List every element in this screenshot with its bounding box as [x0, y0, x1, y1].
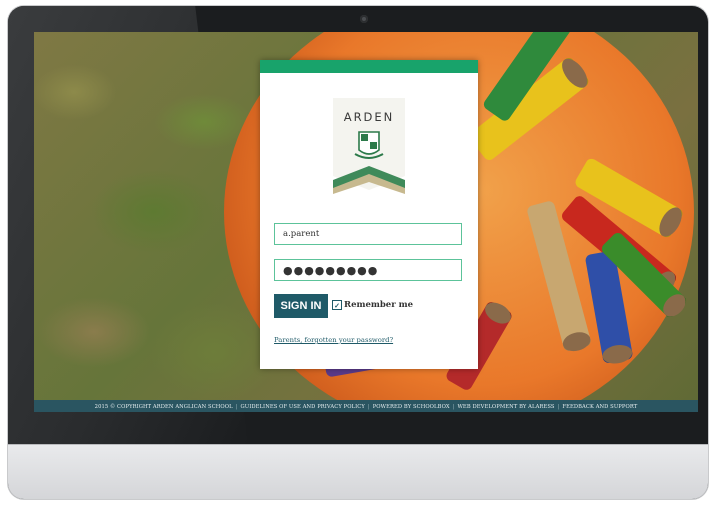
footer-link-alaress[interactable]: WEB DEVELOPMENT BY ALARESS [458, 404, 555, 410]
footer-separator: | [557, 404, 560, 410]
footer-bar: 2015 © COPYRIGHT ARDEN ANGLICAN SCHOOL |… [34, 400, 698, 412]
school-name: ARDEN [343, 110, 395, 124]
password-field[interactable] [274, 259, 462, 281]
username-field[interactable] [274, 223, 462, 245]
remember-me[interactable]: ✓ Remember me [332, 300, 413, 310]
sign-in-button[interactable]: SIGN IN [274, 294, 328, 318]
footer-separator: | [235, 404, 238, 410]
footer-link-feedback[interactable]: FEEDBACK AND SUPPORT [562, 404, 637, 410]
remember-me-label: Remember me [344, 300, 414, 310]
forgot-password-link[interactable]: Parents, forgotten your password? [274, 336, 393, 344]
screen: ARDEN SIGN IN ✓ Remember me Parents, for… [34, 32, 698, 412]
school-crest: ARDEN [329, 98, 409, 198]
remember-me-checkbox[interactable]: ✓ [332, 300, 342, 310]
login-card: ARDEN SIGN IN ✓ Remember me Parents, for… [260, 60, 478, 369]
monitor-chin [8, 444, 708, 499]
camera-icon [360, 15, 368, 23]
footer-separator: | [367, 404, 370, 410]
footer-separator: | [452, 404, 455, 410]
footer-link-schoolbox[interactable]: POWERED BY SCHOOLBOX [373, 404, 450, 410]
monitor-frame: ARDEN SIGN IN ✓ Remember me Parents, for… [8, 6, 708, 499]
footer-link-guidelines[interactable]: GUIDELINES OF USE AND PRIVACY POLICY [241, 404, 365, 410]
footer-copyright: 2015 © COPYRIGHT ARDEN ANGLICAN SCHOOL [94, 404, 233, 410]
